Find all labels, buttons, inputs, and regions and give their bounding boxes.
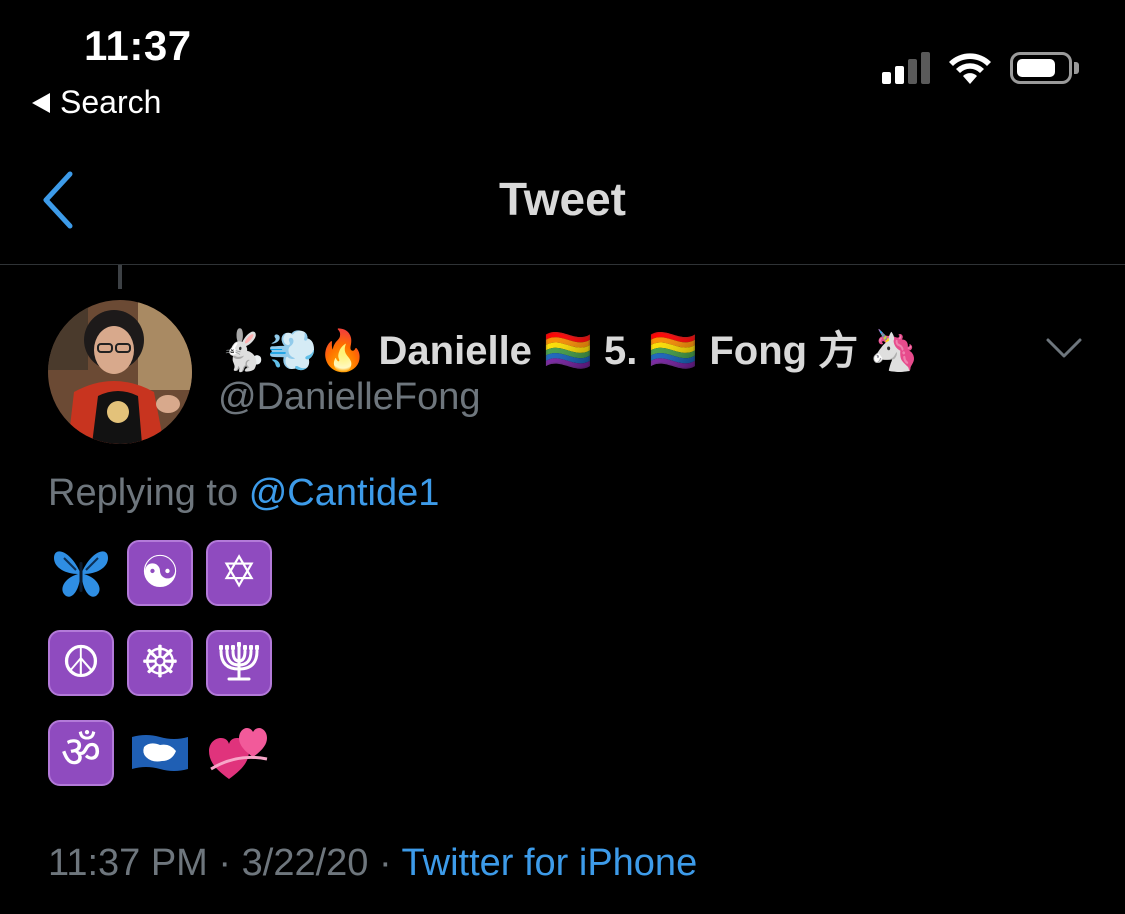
om-emoji: ॐ <box>48 720 114 786</box>
navigation-bar: Tweet <box>0 140 1125 265</box>
status-clock: 11:37 <box>84 22 192 69</box>
menorah-emoji <box>206 630 272 696</box>
battery-level <box>1017 59 1055 77</box>
battery-nub <box>1074 62 1079 74</box>
wheel-of-dharma-emoji: ☸ <box>127 630 193 696</box>
antarctica-flag-emoji <box>127 720 193 786</box>
separator-dot: · <box>218 842 232 884</box>
tweet-date: 3/22/20 <box>241 842 369 884</box>
replying-to-line: Replying to @Cantide1 <box>48 472 439 515</box>
star-of-david-emoji: ✡ <box>206 540 272 606</box>
back-to-app-label: Search <box>60 84 162 120</box>
replying-to-handle-link[interactable]: @Cantide1 <box>249 472 440 514</box>
status-bar: 11:37 Search <box>0 0 1125 130</box>
yin-yang-emoji: ☯ <box>127 540 193 606</box>
avatar[interactable] <box>48 300 192 444</box>
emoji-row-1: ☯ ✡ <box>48 540 272 606</box>
tweet-time: 11:37 PM <box>48 842 208 884</box>
author-display-name[interactable]: 🐇💨🔥 Danielle 🏳️‍🌈 5. 🏳️‍🌈 Fong 方 🦄 <box>218 318 919 376</box>
wifi-icon <box>949 53 991 84</box>
two-hearts-emoji <box>206 720 272 786</box>
author-handle[interactable]: @DanielleFong <box>218 376 481 419</box>
butterfly-emoji <box>48 540 114 606</box>
emoji-row-3: ॐ <box>48 720 272 786</box>
page-title: Tweet <box>499 173 626 225</box>
emoji-row-2: ☮ ☸ <box>48 630 272 696</box>
peace-symbol-emoji: ☮ <box>48 630 114 696</box>
chevron-down-icon[interactable] <box>1044 334 1084 362</box>
thread-connector-line <box>118 265 122 289</box>
battery-icon <box>1010 52 1072 84</box>
replying-to-prefix: Replying to <box>48 472 239 514</box>
tweet-timestamp-line: 11:37 PM · 3/22/20 · Twitter for iPhone <box>48 842 697 885</box>
back-triangle-icon <box>32 92 50 113</box>
cellular-signal-icon <box>882 52 930 84</box>
tweet-source-link[interactable]: Twitter for iPhone <box>402 842 698 884</box>
separator-dot: · <box>378 842 392 884</box>
back-to-search-link[interactable]: Search <box>32 84 161 121</box>
